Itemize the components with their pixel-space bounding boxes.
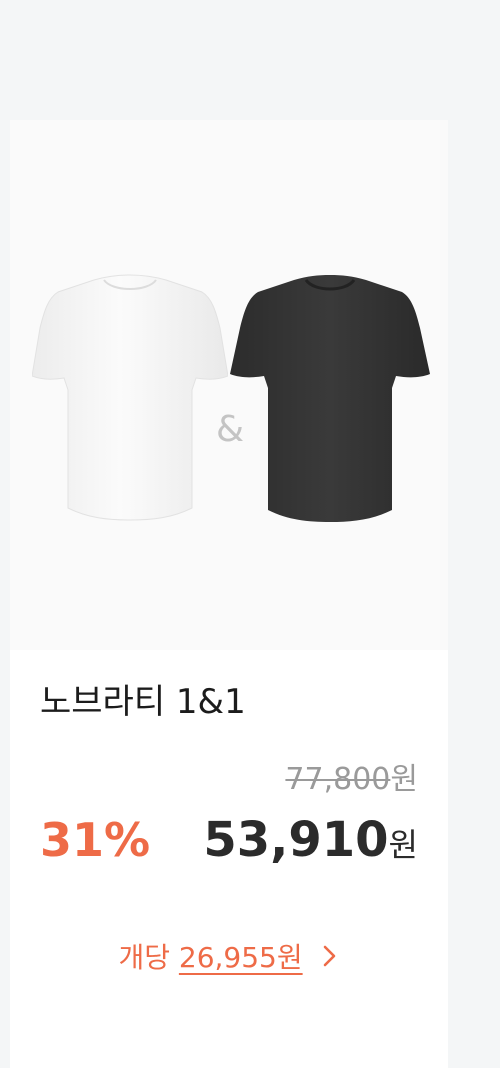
- per-unit-price-link[interactable]: 개당 26,955원: [10, 938, 448, 978]
- chevron-right-icon: [323, 945, 335, 967]
- product-card[interactable]: & 노브라티 1&1 77,800원 31% 53,910원 개당 26,955…: [10, 120, 448, 1068]
- discount-rate: 31%: [40, 813, 151, 867]
- per-unit-label: 개당: [118, 941, 170, 974]
- sale-price-unit: 원: [388, 826, 418, 864]
- per-unit-price: 26,955원: [178, 941, 303, 974]
- product-name: 노브라티 1&1: [40, 682, 246, 722]
- product-image[interactable]: &: [10, 120, 448, 650]
- black-tshirt-image: [230, 275, 430, 522]
- white-tshirt-image: [32, 274, 228, 521]
- sale-price: 53,910원: [203, 812, 418, 873]
- original-price-amount: 77,800: [285, 762, 391, 797]
- sale-price-amount: 53,910: [203, 812, 389, 868]
- original-price: 77,800원: [285, 760, 418, 800]
- original-price-unit: 원: [390, 762, 418, 797]
